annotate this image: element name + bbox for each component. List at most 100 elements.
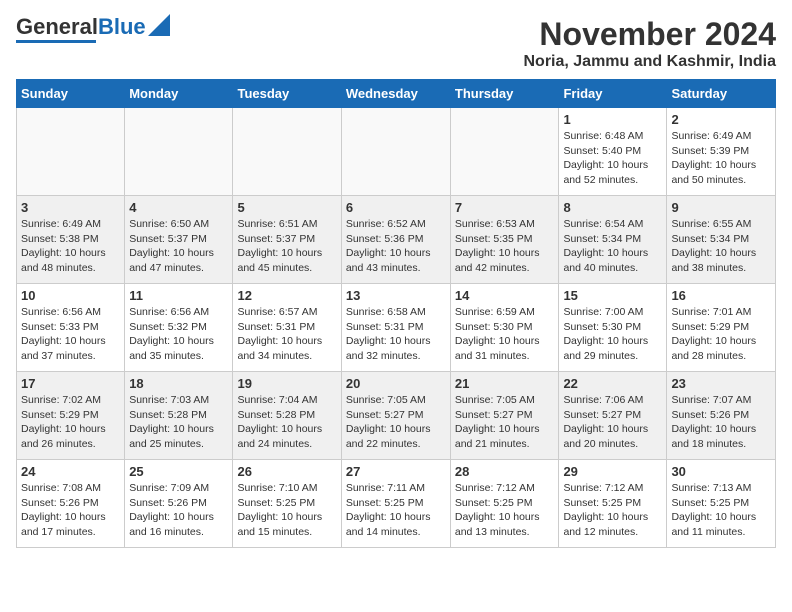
col-thursday: Thursday <box>450 80 559 108</box>
day-info: Sunrise: 6:57 AM Sunset: 5:31 PM Dayligh… <box>237 305 336 364</box>
day-number: 28 <box>455 464 555 479</box>
col-tuesday: Tuesday <box>233 80 341 108</box>
calendar-cell: 11 Sunrise: 6:56 AM Sunset: 5:32 PM Dayli… <box>125 284 233 372</box>
day-info: Sunrise: 7:11 AM Sunset: 5:25 PM Dayligh… <box>346 481 446 540</box>
calendar-cell: 5Sunrise: 6:51 AM Sunset: 5:37 PM Daylig… <box>233 196 341 284</box>
day-number: 4 <box>129 200 228 215</box>
day-number: 9 <box>671 200 771 215</box>
calendar-week-3: 10 Sunrise: 6:56 AM Sunset: 5:33 PM Dayli… <box>17 284 776 372</box>
day-number: 23 <box>671 376 771 391</box>
day-info: Sunrise: 7:00 AM Sunset: 5:30 PM Dayligh… <box>563 305 662 364</box>
calendar-cell: 1Sunrise: 6:48 AM Sunset: 5:40 PM Daylig… <box>559 108 667 196</box>
calendar-cell: 25Sunrise: 7:09 AM Sunset: 5:26 PM Dayli… <box>125 460 233 548</box>
logo-underline <box>16 40 96 43</box>
col-wednesday: Wednesday <box>341 80 450 108</box>
day-number: 30 <box>671 464 771 479</box>
calendar-cell: 12 Sunrise: 6:57 AM Sunset: 5:31 PM Dayli… <box>233 284 341 372</box>
calendar-cell: 29 Sunrise: 7:12 AM Sunset: 5:25 PM Dayli… <box>559 460 667 548</box>
day-info: Sunrise: 7:05 AM Sunset: 5:27 PM Dayligh… <box>455 393 555 452</box>
day-number: 22 <box>563 376 662 391</box>
calendar-cell: 27Sunrise: 7:11 AM Sunset: 5:25 PM Dayli… <box>341 460 450 548</box>
calendar-cell: 24 Sunrise: 7:08 AM Sunset: 5:26 PM Dayli… <box>17 460 125 548</box>
day-info: Sunrise: 7:02 AM Sunset: 5:29 PM Dayligh… <box>21 393 120 452</box>
calendar-cell: 8 Sunrise: 6:54 AM Sunset: 5:34 PM Daylig… <box>559 196 667 284</box>
day-number: 8 <box>563 200 662 215</box>
day-number: 21 <box>455 376 555 391</box>
day-number: 16 <box>671 288 771 303</box>
day-info: Sunrise: 6:49 AM Sunset: 5:39 PM Dayligh… <box>671 129 771 188</box>
day-info: Sunrise: 7:10 AM Sunset: 5:25 PM Dayligh… <box>237 481 336 540</box>
col-monday: Monday <box>125 80 233 108</box>
calendar-cell: 17 Sunrise: 7:02 AM Sunset: 5:29 PM Dayli… <box>17 372 125 460</box>
day-info: Sunrise: 7:06 AM Sunset: 5:27 PM Dayligh… <box>563 393 662 452</box>
day-info: Sunrise: 7:05 AM Sunset: 5:27 PM Dayligh… <box>346 393 446 452</box>
day-number: 29 <box>563 464 662 479</box>
day-number: 7 <box>455 200 555 215</box>
calendar-cell: 19Sunrise: 7:04 AM Sunset: 5:28 PM Dayli… <box>233 372 341 460</box>
day-info: Sunrise: 7:01 AM Sunset: 5:29 PM Dayligh… <box>671 305 771 364</box>
day-number: 2 <box>671 112 771 127</box>
calendar-header-row: Sunday Monday Tuesday Wednesday Thursday… <box>17 80 776 108</box>
calendar-cell: 6 Sunrise: 6:52 AM Sunset: 5:36 PM Daylig… <box>341 196 450 284</box>
day-number: 26 <box>237 464 336 479</box>
calendar-cell: 13 Sunrise: 6:58 AM Sunset: 5:31 PM Dayli… <box>341 284 450 372</box>
calendar-cell: 30 Sunrise: 7:13 AM Sunset: 5:25 PM Dayli… <box>667 460 776 548</box>
calendar-week-5: 24 Sunrise: 7:08 AM Sunset: 5:26 PM Dayli… <box>17 460 776 548</box>
day-number: 25 <box>129 464 228 479</box>
logo: GeneralBlue <box>16 16 170 43</box>
day-info: Sunrise: 6:54 AM Sunset: 5:34 PM Dayligh… <box>563 217 662 276</box>
logo-text: GeneralBlue <box>16 16 146 38</box>
day-number: 24 <box>21 464 120 479</box>
day-info: Sunrise: 6:51 AM Sunset: 5:37 PM Dayligh… <box>237 217 336 276</box>
calendar-cell <box>17 108 125 196</box>
calendar-table: Sunday Monday Tuesday Wednesday Thursday… <box>16 79 776 548</box>
calendar-cell <box>450 108 559 196</box>
calendar-cell: 14 Sunrise: 6:59 AM Sunset: 5:30 PM Dayli… <box>450 284 559 372</box>
day-info: Sunrise: 6:56 AM Sunset: 5:32 PM Dayligh… <box>129 305 228 364</box>
day-number: 12 <box>237 288 336 303</box>
day-number: 6 <box>346 200 446 215</box>
calendar-cell: 15Sunrise: 7:00 AM Sunset: 5:30 PM Dayli… <box>559 284 667 372</box>
calendar-cell: 16 Sunrise: 7:01 AM Sunset: 5:29 PM Dayli… <box>667 284 776 372</box>
calendar-cell: 21 Sunrise: 7:05 AM Sunset: 5:27 PM Dayli… <box>450 372 559 460</box>
day-info: Sunrise: 7:13 AM Sunset: 5:25 PM Dayligh… <box>671 481 771 540</box>
calendar-week-4: 17 Sunrise: 7:02 AM Sunset: 5:29 PM Dayli… <box>17 372 776 460</box>
day-number: 17 <box>21 376 120 391</box>
day-info: Sunrise: 7:08 AM Sunset: 5:26 PM Dayligh… <box>21 481 120 540</box>
logo-icon <box>148 14 170 36</box>
day-number: 11 <box>129 288 228 303</box>
month-title: November 2024 <box>523 16 776 53</box>
calendar-cell: 28 Sunrise: 7:12 AM Sunset: 5:25 PM Dayli… <box>450 460 559 548</box>
col-saturday: Saturday <box>667 80 776 108</box>
calendar-cell: 10 Sunrise: 6:56 AM Sunset: 5:33 PM Dayli… <box>17 284 125 372</box>
day-info: Sunrise: 7:07 AM Sunset: 5:26 PM Dayligh… <box>671 393 771 452</box>
calendar-cell: 23 Sunrise: 7:07 AM Sunset: 5:26 PM Dayli… <box>667 372 776 460</box>
calendar-cell: 18 Sunrise: 7:03 AM Sunset: 5:28 PM Dayli… <box>125 372 233 460</box>
day-number: 14 <box>455 288 555 303</box>
calendar-cell <box>341 108 450 196</box>
day-info: Sunrise: 6:56 AM Sunset: 5:33 PM Dayligh… <box>21 305 120 364</box>
page-header: GeneralBlue November 2024 Noria, Jammu a… <box>16 16 776 71</box>
day-number: 18 <box>129 376 228 391</box>
day-number: 13 <box>346 288 446 303</box>
day-info: Sunrise: 6:59 AM Sunset: 5:30 PM Dayligh… <box>455 305 555 364</box>
location-title: Noria, Jammu and Kashmir, India <box>523 53 776 71</box>
calendar-week-2: 3Sunrise: 6:49 AM Sunset: 5:38 PM Daylig… <box>17 196 776 284</box>
calendar-cell: 4Sunrise: 6:50 AM Sunset: 5:37 PM Daylig… <box>125 196 233 284</box>
day-number: 20 <box>346 376 446 391</box>
day-info: Sunrise: 7:12 AM Sunset: 5:25 PM Dayligh… <box>455 481 555 540</box>
day-number: 10 <box>21 288 120 303</box>
calendar-cell: 7Sunrise: 6:53 AM Sunset: 5:35 PM Daylig… <box>450 196 559 284</box>
day-info: Sunrise: 6:49 AM Sunset: 5:38 PM Dayligh… <box>21 217 120 276</box>
calendar-week-1: 1Sunrise: 6:48 AM Sunset: 5:40 PM Daylig… <box>17 108 776 196</box>
day-number: 19 <box>237 376 336 391</box>
day-info: Sunrise: 7:12 AM Sunset: 5:25 PM Dayligh… <box>563 481 662 540</box>
day-info: Sunrise: 6:52 AM Sunset: 5:36 PM Dayligh… <box>346 217 446 276</box>
calendar-cell: 2 Sunrise: 6:49 AM Sunset: 5:39 PM Daylig… <box>667 108 776 196</box>
day-number: 1 <box>563 112 662 127</box>
col-sunday: Sunday <box>17 80 125 108</box>
col-friday: Friday <box>559 80 667 108</box>
day-info: Sunrise: 7:03 AM Sunset: 5:28 PM Dayligh… <box>129 393 228 452</box>
day-info: Sunrise: 6:58 AM Sunset: 5:31 PM Dayligh… <box>346 305 446 364</box>
calendar-cell: 26 Sunrise: 7:10 AM Sunset: 5:25 PM Dayli… <box>233 460 341 548</box>
